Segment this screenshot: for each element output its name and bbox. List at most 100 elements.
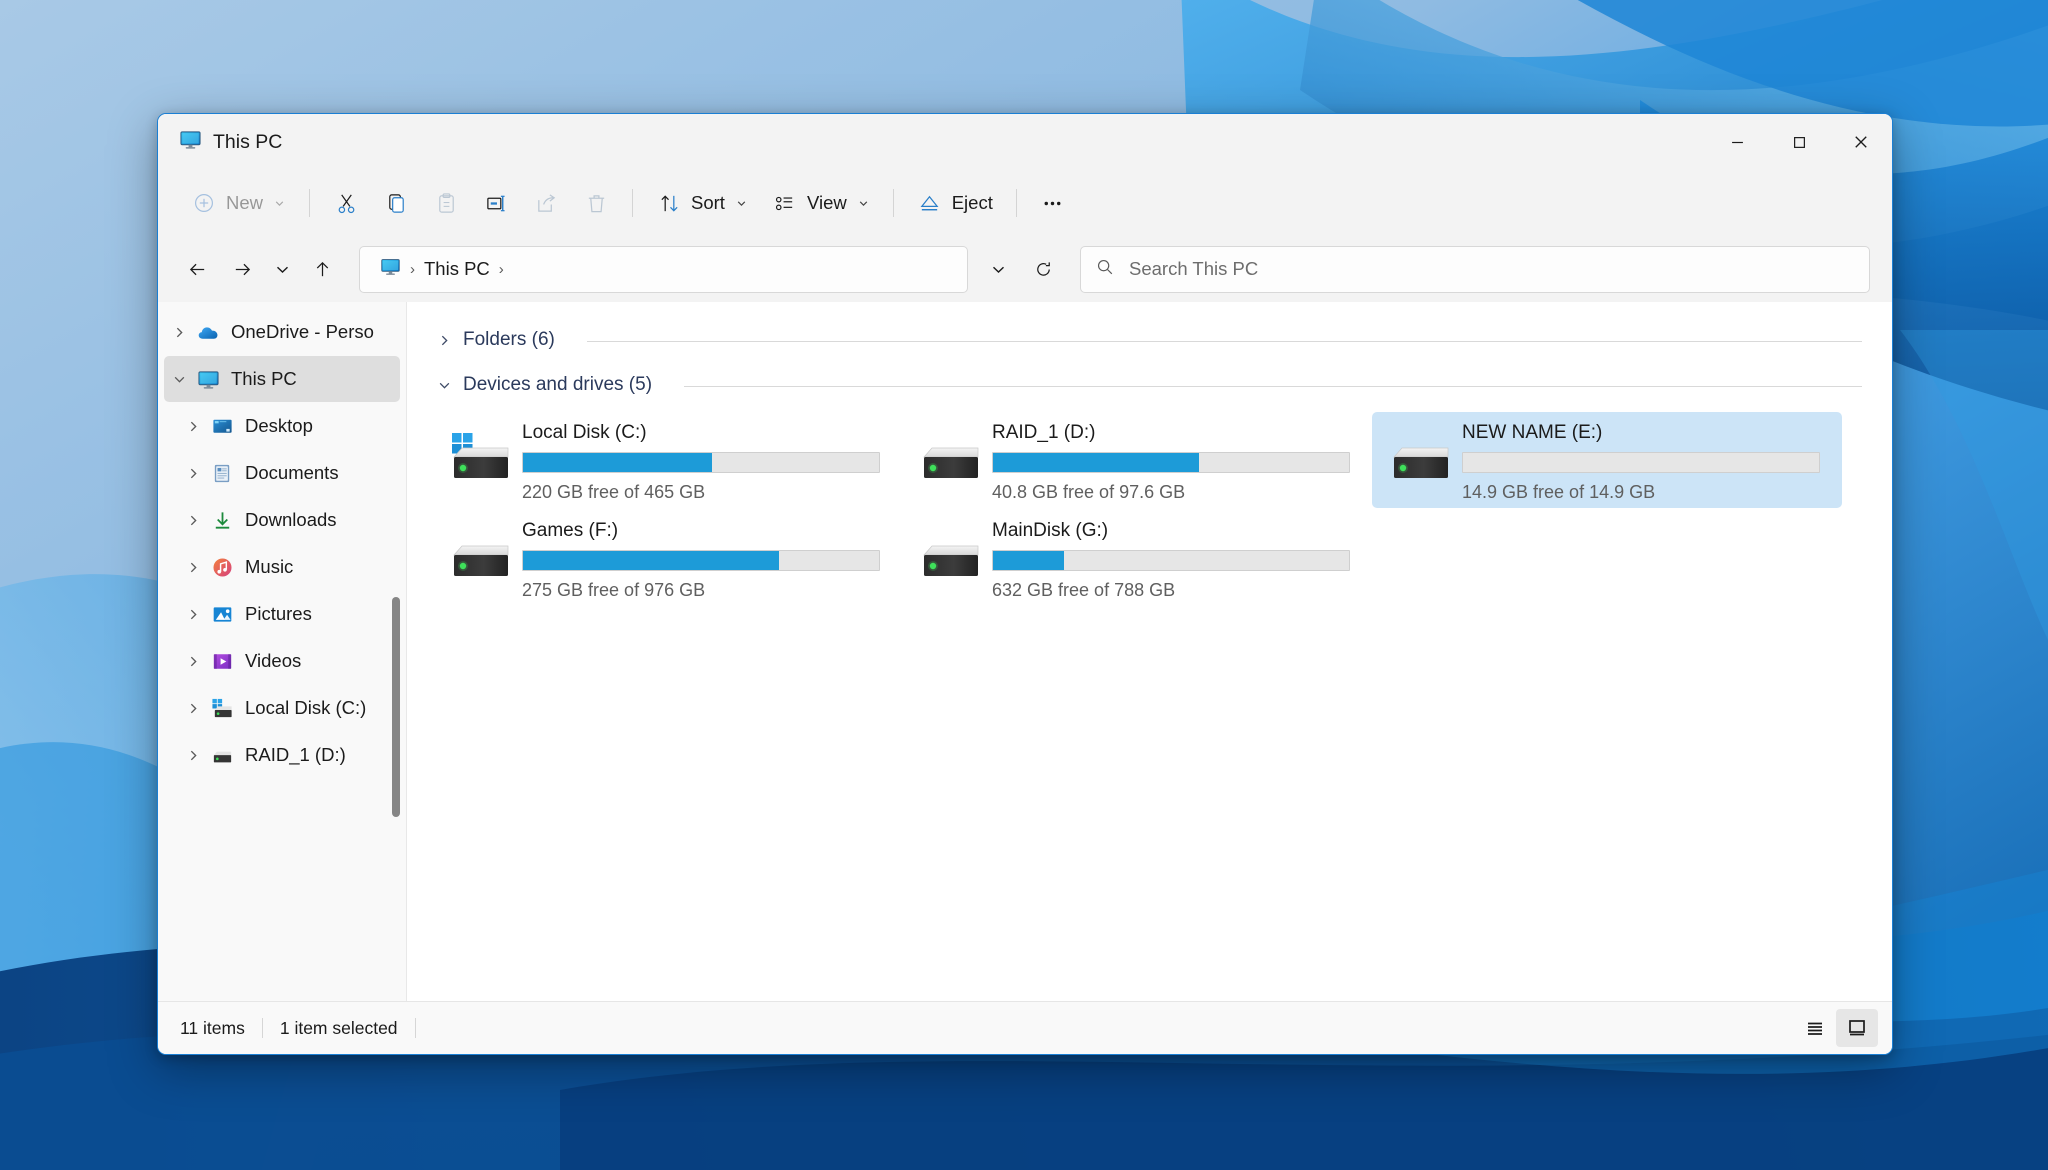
share-button[interactable]: [522, 181, 570, 225]
toolbar-divider-2: [632, 189, 634, 217]
drive-tile-grid: Local Disk (C:) 220 GB free of 465 GB RAI…: [432, 412, 1892, 608]
rename-icon: [483, 190, 509, 216]
maximize-button[interactable]: [1768, 114, 1830, 170]
selection-count-text: 1 item selected: [279, 1017, 398, 1038]
chevron-right-icon[interactable]: [178, 420, 208, 433]
windows-drive-icon: [208, 697, 236, 720]
sidebar-item-this-pc[interactable]: This PC: [164, 356, 400, 402]
close-button[interactable]: [1830, 114, 1892, 170]
delete-button[interactable]: [572, 181, 620, 225]
sidebar-item-documents[interactable]: Documents: [164, 450, 400, 496]
sidebar-item-pictures[interactable]: Pictures: [164, 591, 400, 637]
drive-capacity-bar: [522, 452, 880, 473]
sidebar-item-label: RAID_1 (D:): [245, 744, 346, 765]
sidebar-item-downloads[interactable]: Downloads: [164, 497, 400, 543]
see-more-button[interactable]: [1029, 181, 1077, 225]
view-button-label: View: [806, 192, 847, 213]
forward-button[interactable]: [221, 248, 263, 290]
address-bar[interactable]: › This PC ›: [359, 245, 968, 293]
drive-capacity-bar: [992, 452, 1350, 473]
downloads-folder-icon: [208, 509, 236, 532]
rename-button[interactable]: [472, 181, 520, 225]
chevron-right-icon[interactable]: [178, 749, 208, 762]
ellipsis-icon: [1040, 190, 1066, 216]
drive-tile[interactable]: Local Disk (C:) 220 GB free of 465 GB: [432, 412, 902, 508]
refresh-button[interactable]: [1022, 248, 1064, 290]
drive-tile[interactable]: RAID_1 (D:) 40.8 GB free of 97.6 GB: [902, 412, 1372, 508]
sidebar-scrollbar[interactable]: [392, 302, 400, 1001]
large-icons-view-button[interactable]: [1836, 1009, 1878, 1047]
drive-tile[interactable]: NEW NAME (E:) 14.9 GB free of 14.9 GB: [1372, 412, 1842, 508]
sidebar-item-desktop[interactable]: Desktop: [164, 403, 400, 449]
drive-name: Local Disk (C:): [522, 422, 647, 443]
drive-name: MainDisk (G:): [992, 520, 1109, 541]
chevron-down-icon[interactable]: [164, 373, 194, 386]
copy-icon: [383, 190, 409, 216]
up-button[interactable]: [301, 248, 343, 290]
toolbar-divider-3: [892, 189, 894, 217]
drive-free-space-text: 40.8 GB free of 97.6 GB: [992, 482, 1186, 502]
breadcrumb-label: This PC: [424, 258, 490, 279]
drive-icon: [1382, 420, 1462, 489]
eject-button[interactable]: Eject: [906, 181, 1004, 225]
drive-capacity-fill: [993, 551, 1065, 570]
drive-tile[interactable]: Games (F:) 275 GB free of 976 GB: [432, 510, 902, 606]
chevron-right-icon[interactable]: [178, 608, 208, 621]
this-pc-monitor-icon: [179, 128, 202, 156]
drive-info: NEW NAME (E:) 14.9 GB free of 14.9 GB: [1462, 420, 1832, 503]
drive-info: Local Disk (C:) 220 GB free of 465 GB: [522, 420, 892, 503]
chevron-right-icon[interactable]: [178, 702, 208, 715]
chevron-down-icon: [857, 197, 870, 210]
sidebar-item-label: This PC: [231, 368, 297, 389]
sidebar-item-local-disk-c[interactable]: Local Disk (C:): [164, 685, 400, 731]
view-button[interactable]: View: [761, 181, 881, 225]
new-button-label: New: [226, 192, 264, 213]
address-dropdown-button[interactable]: [977, 248, 1019, 290]
new-button[interactable]: New: [180, 181, 297, 225]
copy-button[interactable]: [372, 181, 420, 225]
plus-circle-icon: [191, 190, 217, 216]
chevron-down-icon: [735, 197, 748, 210]
group-header-devices-and-drives[interactable]: Devices and drives (5): [432, 369, 656, 401]
sidebar-scrollbar-thumb[interactable]: [392, 597, 400, 817]
sidebar-item-videos[interactable]: Videos: [164, 638, 400, 684]
chevron-right-icon[interactable]: [178, 655, 208, 668]
drive-free-space-text: 14.9 GB free of 14.9 GB: [1462, 482, 1656, 502]
command-bar: New Sort View Eject: [158, 170, 1892, 236]
minimize-button[interactable]: [1706, 114, 1768, 170]
sidebar-item-music[interactable]: Music: [164, 544, 400, 590]
group-header-folders[interactable]: Folders (6): [432, 324, 559, 356]
sort-button-label: Sort: [691, 192, 725, 213]
navigation-bar: › This PC › Search This PC: [158, 236, 1892, 302]
drive-free-space-text: 275 GB free of 976 GB: [522, 580, 706, 600]
sort-button[interactable]: Sort: [645, 181, 759, 225]
onedrive-cloud-icon: [194, 321, 222, 344]
breadcrumb-separator-2: ›: [498, 260, 504, 278]
item-count-text: 11 items: [180, 1017, 245, 1038]
drive-name: RAID_1 (D:): [992, 422, 1096, 443]
cut-button[interactable]: [322, 181, 370, 225]
search-box[interactable]: Search This PC: [1080, 245, 1870, 293]
sidebar-item-raid-1-d[interactable]: RAID_1 (D:): [164, 732, 400, 778]
recent-locations-button[interactable]: [266, 248, 298, 290]
drive-info: MainDisk (G:) 632 GB free of 788 GB: [992, 518, 1362, 601]
folders-group-header-row: Folders (6): [432, 324, 1892, 360]
devices-group-header-row: Devices and drives (5): [432, 369, 1892, 405]
windows-drive-icon: [442, 420, 522, 489]
title-bar[interactable]: This PC: [158, 114, 1892, 170]
search-input[interactable]: Search This PC: [1129, 258, 1258, 280]
paste-button[interactable]: [422, 181, 470, 225]
sidebar-item-onedrive-perso[interactable]: OneDrive - Perso: [164, 309, 400, 355]
chevron-right-icon[interactable]: [164, 326, 194, 339]
chevron-right-icon[interactable]: [178, 467, 208, 480]
group-title-folders: Folders (6): [463, 329, 555, 350]
chevron-right-icon[interactable]: [178, 561, 208, 574]
breadcrumb-this-pc[interactable]: › This PC ›: [373, 252, 513, 286]
drive-tile[interactable]: MainDisk (G:) 632 GB free of 788 GB: [902, 510, 1372, 606]
back-button[interactable]: [176, 248, 218, 290]
details-view-button[interactable]: [1794, 1009, 1836, 1047]
eject-button-label: Eject: [951, 192, 993, 213]
chevron-right-icon[interactable]: [178, 514, 208, 527]
drive-icon: [208, 744, 236, 767]
group-rule-devices: [684, 386, 1862, 387]
